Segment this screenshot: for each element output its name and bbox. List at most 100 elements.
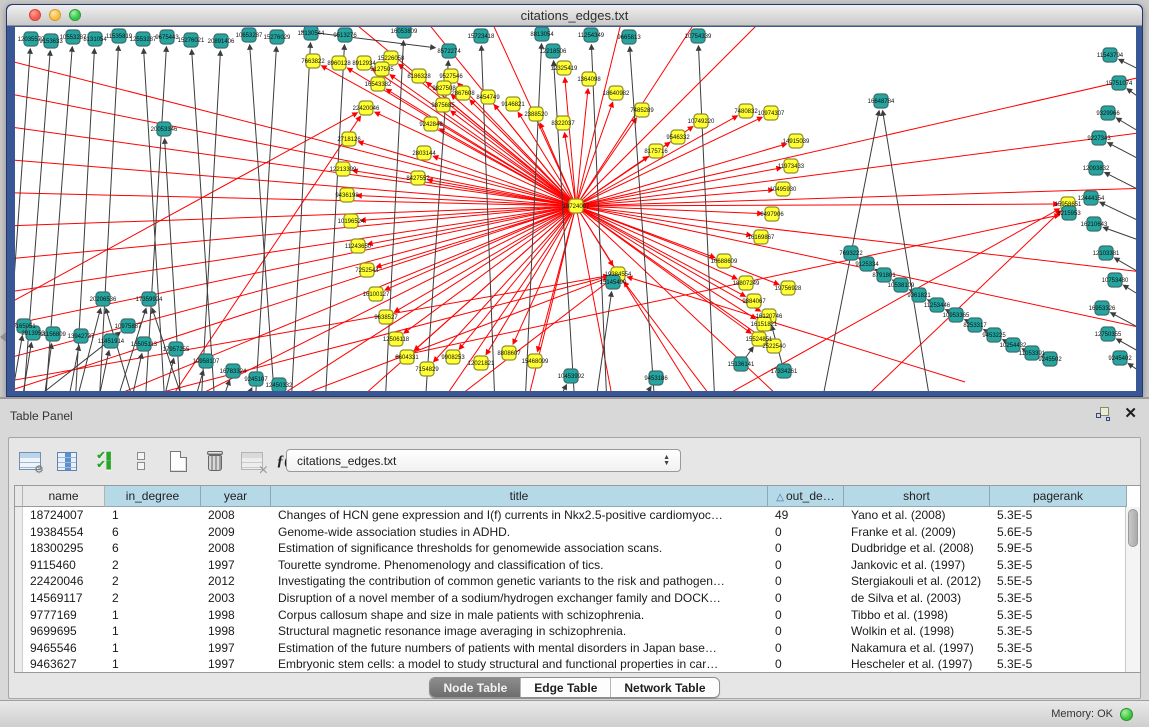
cell: de Silva et al. (2003)	[844, 590, 990, 607]
table-row[interactable]: 946554611997Estimation of the future num…	[15, 640, 1140, 657]
table-row[interactable]: 1938455462009Genome-wide association stu…	[15, 524, 1140, 541]
column-header-in_degree[interactable]: in_degree	[105, 486, 201, 507]
hide-columns-button[interactable]	[128, 448, 154, 474]
table-options-button[interactable]: ⚙	[17, 448, 43, 474]
close-panel-icon[interactable]: ✕	[1124, 407, 1137, 421]
cell: 1998	[201, 623, 271, 640]
svg-text:8808607: 8808607	[497, 351, 521, 357]
table-row[interactable]: 2242004622012Investigating the contribut…	[15, 573, 1140, 590]
new-column-button[interactable]	[165, 448, 191, 474]
svg-text:9125334: 9125334	[855, 262, 879, 268]
table-select-value: citations_edges.txt	[297, 454, 396, 468]
svg-text:9436198: 9436198	[335, 193, 359, 199]
svg-text:2522540: 2522540	[762, 344, 786, 350]
svg-text:12218506: 12218506	[540, 49, 567, 55]
cell: Wolkin et al. (1998)	[844, 623, 990, 640]
svg-text:9329966: 9329966	[1096, 111, 1120, 117]
cell: 14569117	[23, 590, 105, 607]
x-badge-icon: ⨉	[260, 465, 267, 476]
svg-text:9453225: 9453225	[982, 333, 1006, 339]
memory-status-icon[interactable]	[1120, 708, 1133, 721]
svg-text:12093832: 12093832	[1083, 166, 1110, 172]
svg-text:16953326: 16953326	[1089, 306, 1116, 312]
cell: 1997	[201, 656, 271, 673]
cell: 1997	[201, 640, 271, 657]
delete-table-button-disabled: ⨉	[239, 448, 265, 474]
cell: 0	[768, 524, 844, 541]
node-table[interactable]: namein_degreeyeartitle△out_de…shortpager…	[14, 485, 1141, 673]
svg-text:11973433: 11973433	[778, 164, 805, 170]
column-header-year[interactable]: year	[201, 486, 271, 507]
cell: 9465546	[23, 640, 105, 657]
cell: 19384554	[23, 524, 105, 541]
delete-column-button[interactable]	[202, 448, 228, 474]
svg-text:1364098: 1364098	[577, 77, 601, 83]
cell: Tibbo et al. (1998)	[844, 607, 990, 624]
column-header-name[interactable]: name	[23, 486, 105, 507]
table-panel-box: ⚙ ✔▮✔▮ ⨉ ƒ(x) citations_edges.txt ▲▼ nam…	[8, 437, 1141, 699]
column-header-title[interactable]: title	[271, 486, 768, 507]
cell: 2003	[201, 590, 271, 607]
svg-text:9146821: 9146821	[501, 102, 525, 108]
svg-text:18130544: 18130544	[298, 31, 325, 37]
scrollbar-thumb[interactable]	[1128, 509, 1138, 547]
cell: 0	[768, 557, 844, 574]
cell: 1998	[201, 607, 271, 624]
table-scrollbar[interactable]	[1125, 507, 1140, 672]
svg-text:20206536: 20206536	[90, 297, 117, 303]
svg-text:8960128: 8960128	[327, 61, 351, 67]
cell: Tourette syndrome. Phenomenology and cla…	[271, 557, 768, 574]
cell: 2	[105, 573, 201, 590]
window-titlebar[interactable]: citations_edges.txt	[7, 5, 1142, 26]
svg-text:15226058: 15226058	[378, 56, 405, 62]
column-header-out_de…[interactable]: △out_de…	[768, 486, 844, 507]
tab-network-table[interactable]: Network Table	[610, 678, 718, 697]
collapse-handle-icon[interactable]	[0, 332, 6, 342]
cell: 6	[105, 540, 201, 557]
svg-text:16053809: 16053809	[391, 29, 418, 35]
svg-text:15276021: 15276021	[178, 38, 205, 44]
column-header-short[interactable]: short	[844, 486, 990, 507]
svg-text:9527546: 9527546	[439, 74, 463, 80]
table-select-dropdown[interactable]: citations_edges.txt ▲▼	[286, 449, 681, 472]
table-row[interactable]: 1456911722003Disruption of a novel membe…	[15, 590, 1140, 607]
table-row[interactable]: 1872400712008Changes of HCN gene express…	[15, 507, 1140, 524]
network-view[interactable]: 1872400776638228960128891293415226058912…	[15, 27, 1136, 391]
svg-text:9497906: 9497906	[760, 212, 784, 218]
svg-text:8604331: 8604331	[395, 355, 419, 361]
svg-text:8791801: 8791801	[872, 273, 896, 279]
cell: 9699695	[23, 623, 105, 640]
cell: 2012	[201, 573, 271, 590]
svg-text:11156809: 11156809	[40, 332, 66, 338]
select-columns-button[interactable]: ✔▮✔▮	[91, 448, 117, 474]
svg-text:9675443: 9675443	[155, 35, 179, 41]
svg-text:12506118: 12506118	[383, 337, 410, 343]
svg-text:18640982: 18640982	[603, 91, 630, 97]
svg-text:2388520: 2388520	[524, 112, 548, 118]
cell: Changes of HCN gene expression and I(f) …	[271, 507, 768, 524]
svg-text:15468099: 15468099	[522, 359, 549, 365]
window-title: citations_edges.txt	[7, 8, 1142, 23]
svg-text:7154829: 7154829	[415, 367, 439, 373]
svg-text:15524851: 15524851	[746, 337, 773, 343]
svg-text:18724007: 18724007	[563, 204, 590, 210]
table-row[interactable]: 969969511998Structural magnetic resonanc…	[15, 623, 1140, 640]
show-column-button[interactable]	[54, 448, 80, 474]
tab-edge-table[interactable]: Edge Table	[520, 678, 610, 697]
svg-text:17334261: 17334261	[771, 369, 798, 375]
svg-text:7252544: 7252544	[355, 268, 379, 274]
table-row[interactable]: 911546021997Tourette syndrome. Phenomeno…	[15, 557, 1140, 574]
svg-text:17957255: 17957255	[163, 347, 190, 353]
svg-text:11254349: 11254349	[578, 33, 605, 39]
table-row[interactable]: 1830029562008Estimation of significance …	[15, 540, 1140, 557]
table-row[interactable]: 946362711997Embryonic stem cells: a mode…	[15, 656, 1140, 673]
cell: 1	[105, 656, 201, 673]
cell: Jankovic et al. (1997)	[844, 557, 990, 574]
cell: 5.3E-5	[990, 507, 1127, 524]
memory-status-label: Memory: OK	[1051, 708, 1113, 720]
table-row[interactable]: 977716911998Corpus callosum shape and si…	[15, 607, 1140, 624]
float-panel-icon[interactable]	[1096, 407, 1110, 421]
column-header-pagerank[interactable]: pagerank	[990, 486, 1127, 507]
svg-text:9242848: 9242848	[419, 122, 443, 128]
tab-node-table[interactable]: Node Table	[430, 678, 520, 697]
